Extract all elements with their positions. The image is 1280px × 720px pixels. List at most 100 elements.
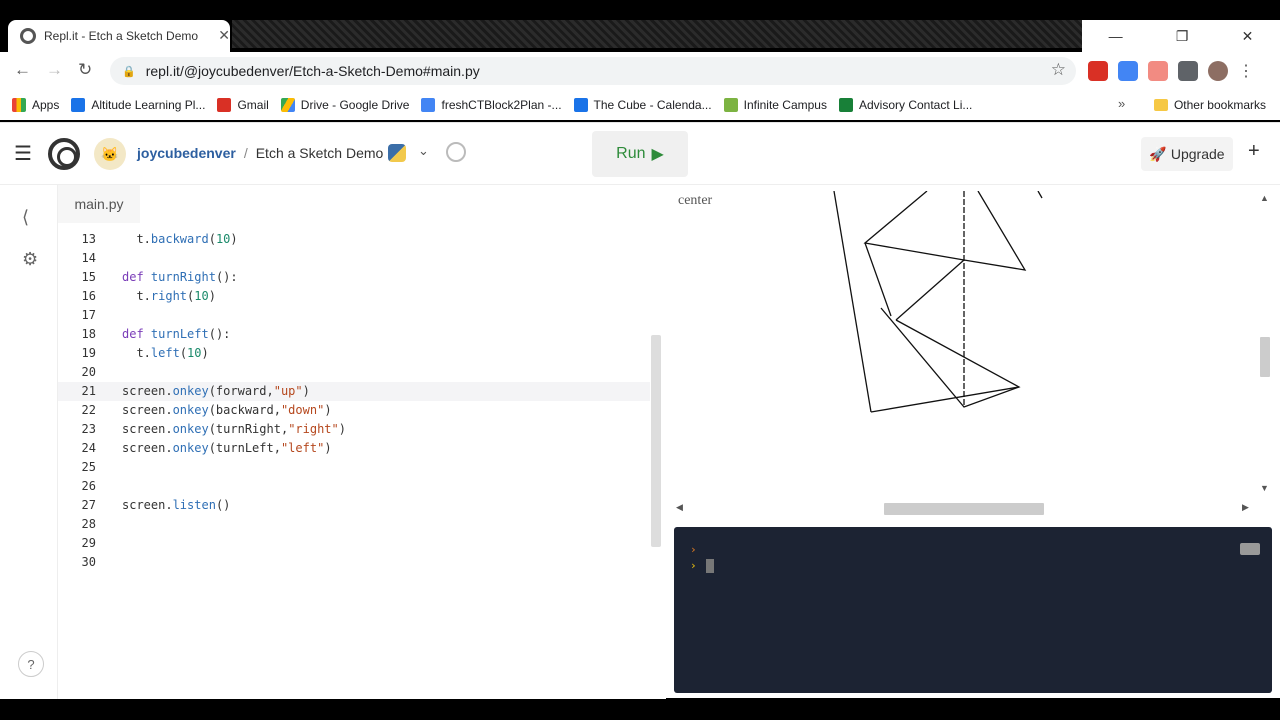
canvas-horizontal-scrollbar[interactable]: ◀ ▶ — [672, 499, 1256, 515]
vertical-scroll-thumb[interactable] — [1260, 337, 1270, 377]
code-line: 16 t.right(10) — [81, 289, 216, 303]
turtle-canvas: center — [672, 191, 1256, 496]
canvas-vertical-scrollbar[interactable]: ▲ ▼ — [1258, 191, 1272, 496]
extensions-area: ⋮ — [1088, 61, 1254, 81]
console-prompt-icon: › — [690, 559, 697, 572]
code-line: 29 — [81, 536, 96, 550]
breadcrumb-separator: / — [243, 145, 248, 161]
bookmark-label: Advisory Contact Li... — [858, 98, 973, 112]
code-line: 13 t.backward(10) — [81, 232, 238, 246]
turtle-drawing — [833, 191, 1043, 413]
address-bar[interactable]: 🔒 repl.it/@joycubedenver/Etch-a-Sketch-D… — [110, 57, 1076, 85]
bookmark-label: freshCTBlock2Plan -... — [441, 98, 562, 112]
window-controls: — ❐ ✕ — [1082, 20, 1280, 52]
code-area[interactable]: t. 13 t.backward(10) 14 15def turnRight(… — [58, 225, 658, 695]
browser-toolbar: ← → ↻ 🔒 repl.it/@joycubedenver/Etch-a-Sk… — [0, 52, 1280, 90]
console-cursor — [706, 559, 714, 573]
horizontal-scroll-thumb[interactable] — [884, 503, 1044, 515]
browser-menu-icon[interactable]: ⋮ — [1238, 61, 1254, 81]
hamburger-menu-icon[interactable]: ☰ — [14, 141, 32, 166]
extension-1-icon[interactable] — [1088, 61, 1108, 81]
bookmark-drive[interactable]: Drive - Google Drive — [280, 98, 409, 112]
bookmark-label: Altitude Learning Pl... — [91, 98, 206, 112]
scroll-right-icon[interactable]: ▶ — [1242, 502, 1249, 513]
upgrade-button[interactable]: 🚀 Upgrade — [1141, 137, 1233, 171]
bookmark-calendar[interactable]: The Cube - Calenda... — [573, 98, 712, 112]
code-line: 26 — [81, 479, 96, 493]
share-icon[interactable]: ⟨ — [22, 207, 29, 228]
infinite-campus-icon — [723, 98, 738, 112]
run-button[interactable]: Run ▶ — [592, 131, 688, 177]
code-line: 25 — [81, 460, 96, 474]
breadcrumb-username[interactable]: joycubedenver — [137, 145, 236, 161]
profile-avatar[interactable] — [1208, 61, 1228, 81]
code-editor: main.py t. 13 t.backward(10) 14 15def tu… — [58, 185, 666, 699]
scroll-down-icon[interactable]: ▼ — [1260, 483, 1269, 493]
play-icon: ▶ — [651, 146, 664, 163]
bookmark-label: The Cube - Calenda... — [593, 98, 712, 112]
breadcrumb-repl-name[interactable]: Etch a Sketch Demo — [256, 145, 384, 161]
browser-tab[interactable]: Repl.it - Etch a Sketch Demo ✕ — [8, 20, 230, 52]
repl-app: ☰ 🐱 joycubedenver / Etch a Sketch Demo ⌄… — [0, 122, 1280, 699]
altitude-icon — [71, 98, 86, 112]
restore-icon[interactable]: ❐ — [1176, 28, 1189, 45]
bookmark-label: Gmail — [237, 98, 269, 112]
more-bookmarks-icon[interactable]: » — [1118, 96, 1125, 111]
help-icon[interactable]: ? — [18, 651, 44, 677]
extension-3-icon[interactable] — [1148, 61, 1168, 81]
bookmark-freshct[interactable]: freshCTBlock2Plan -... — [421, 98, 562, 112]
other-bookmarks[interactable]: Other bookmarks — [1153, 98, 1266, 112]
minimize-icon[interactable]: — — [1109, 28, 1123, 44]
plus-icon[interactable]: + — [1248, 140, 1260, 163]
bookmark-advisory[interactable]: Advisory Contact Li... — [838, 98, 973, 112]
folder-icon — [1153, 99, 1168, 111]
reload-icon[interactable]: ↻ — [78, 60, 92, 80]
replit-logo-icon[interactable] — [48, 138, 80, 170]
breadcrumb: joycubedenver / Etch a Sketch Demo — [137, 145, 383, 161]
repl-header: ☰ 🐱 joycubedenver / Etch a Sketch Demo ⌄… — [0, 123, 1280, 185]
drive-icon — [280, 98, 295, 112]
sidebar-rail: ⟨ ⚙ ? — [0, 185, 58, 699]
close-tab-icon[interactable]: ✕ — [218, 27, 230, 44]
file-tab[interactable]: main.py — [58, 185, 140, 223]
gear-icon[interactable]: ⚙ — [22, 249, 38, 270]
scroll-left-icon[interactable]: ◀ — [676, 502, 683, 513]
url-text: repl.it/@joycubedenver/Etch-a-Sketch-Dem… — [145, 63, 480, 79]
scroll-up-icon[interactable]: ▲ — [1260, 193, 1269, 203]
sheets-icon — [838, 98, 853, 112]
tab-strip-background — [232, 20, 1082, 48]
replit-favicon-icon — [20, 28, 36, 44]
back-icon[interactable]: ← — [14, 60, 31, 80]
history-icon[interactable] — [446, 142, 466, 162]
chevron-down-icon[interactable]: ⌄ — [418, 143, 429, 159]
bookmark-altitude[interactable]: Altitude Learning Pl... — [71, 98, 205, 112]
puzzle-icon[interactable] — [1178, 61, 1198, 81]
turtle-output-pane: center ◀ ▶ ▲ ▼ — [672, 191, 1272, 521]
bookmark-label: Apps — [32, 98, 60, 112]
code-line: 18 def turnLeft(): — [81, 327, 231, 341]
upgrade-label: Upgrade — [1170, 146, 1225, 162]
bookmark-gmail[interactable]: Gmail — [217, 98, 269, 112]
console-pane[interactable]: › › — [674, 527, 1272, 693]
screen: Repl.it - Etch a Sketch Demo ✕ — ❐ ✕ ← →… — [0, 0, 1280, 720]
translate-extension-icon[interactable] — [1118, 61, 1138, 81]
console-prompt-icon: › — [690, 543, 697, 556]
other-bookmarks-label: Other bookmarks — [1173, 98, 1266, 112]
bookmark-infinite-campus[interactable]: Infinite Campus — [723, 98, 827, 112]
close-window-icon[interactable]: ✕ — [1242, 28, 1254, 45]
user-avatar[interactable]: 🐱 — [94, 138, 126, 170]
forward-icon[interactable]: → — [46, 60, 63, 80]
clear-console-icon[interactable] — [1240, 543, 1260, 555]
code-line: 19 t.left(10) — [81, 346, 209, 360]
run-label: Run — [616, 145, 646, 162]
bookmark-label: Infinite Campus — [743, 98, 827, 112]
editor-scrollbar[interactable] — [651, 335, 661, 547]
rocket-icon: 🚀 — [1149, 145, 1167, 162]
bookmarks-bar: Apps Altitude Learning Pl... Gmail Drive… — [0, 90, 1280, 120]
bookmark-star-icon[interactable]: ☆ — [1051, 60, 1066, 80]
python-icon — [388, 144, 406, 162]
code-line: 28 — [81, 517, 96, 531]
tab-title: Repl.it - Etch a Sketch Demo — [44, 29, 199, 43]
bookmark-apps[interactable]: Apps — [12, 98, 59, 112]
code-line: 24 screen.onkey(turnLeft,"left") — [81, 441, 332, 455]
